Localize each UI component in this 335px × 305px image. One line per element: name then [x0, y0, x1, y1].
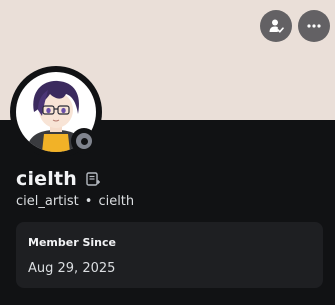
more-options-button[interactable] — [298, 10, 330, 42]
note-icon[interactable] — [85, 171, 101, 187]
status-indicator — [71, 128, 97, 154]
member-since-title: Member Since — [28, 236, 116, 249]
member-since-card: Member Since Aug 29, 2025 — [16, 222, 323, 288]
name-row: cielth — [16, 168, 101, 190]
separator-dot: • — [84, 194, 93, 209]
username[interactable]: ciel_artist — [16, 194, 79, 209]
username-row: ciel_artist • cielth — [16, 194, 134, 209]
add-friend-button[interactable] — [260, 10, 292, 42]
pronoun-tag: cielth — [98, 194, 135, 209]
more-icon — [307, 24, 321, 28]
display-name[interactable]: cielth — [16, 168, 77, 190]
add-friend-icon — [269, 19, 284, 33]
member-since-date: Aug 29, 2025 — [28, 261, 116, 276]
offline-status-dot — [76, 133, 92, 149]
